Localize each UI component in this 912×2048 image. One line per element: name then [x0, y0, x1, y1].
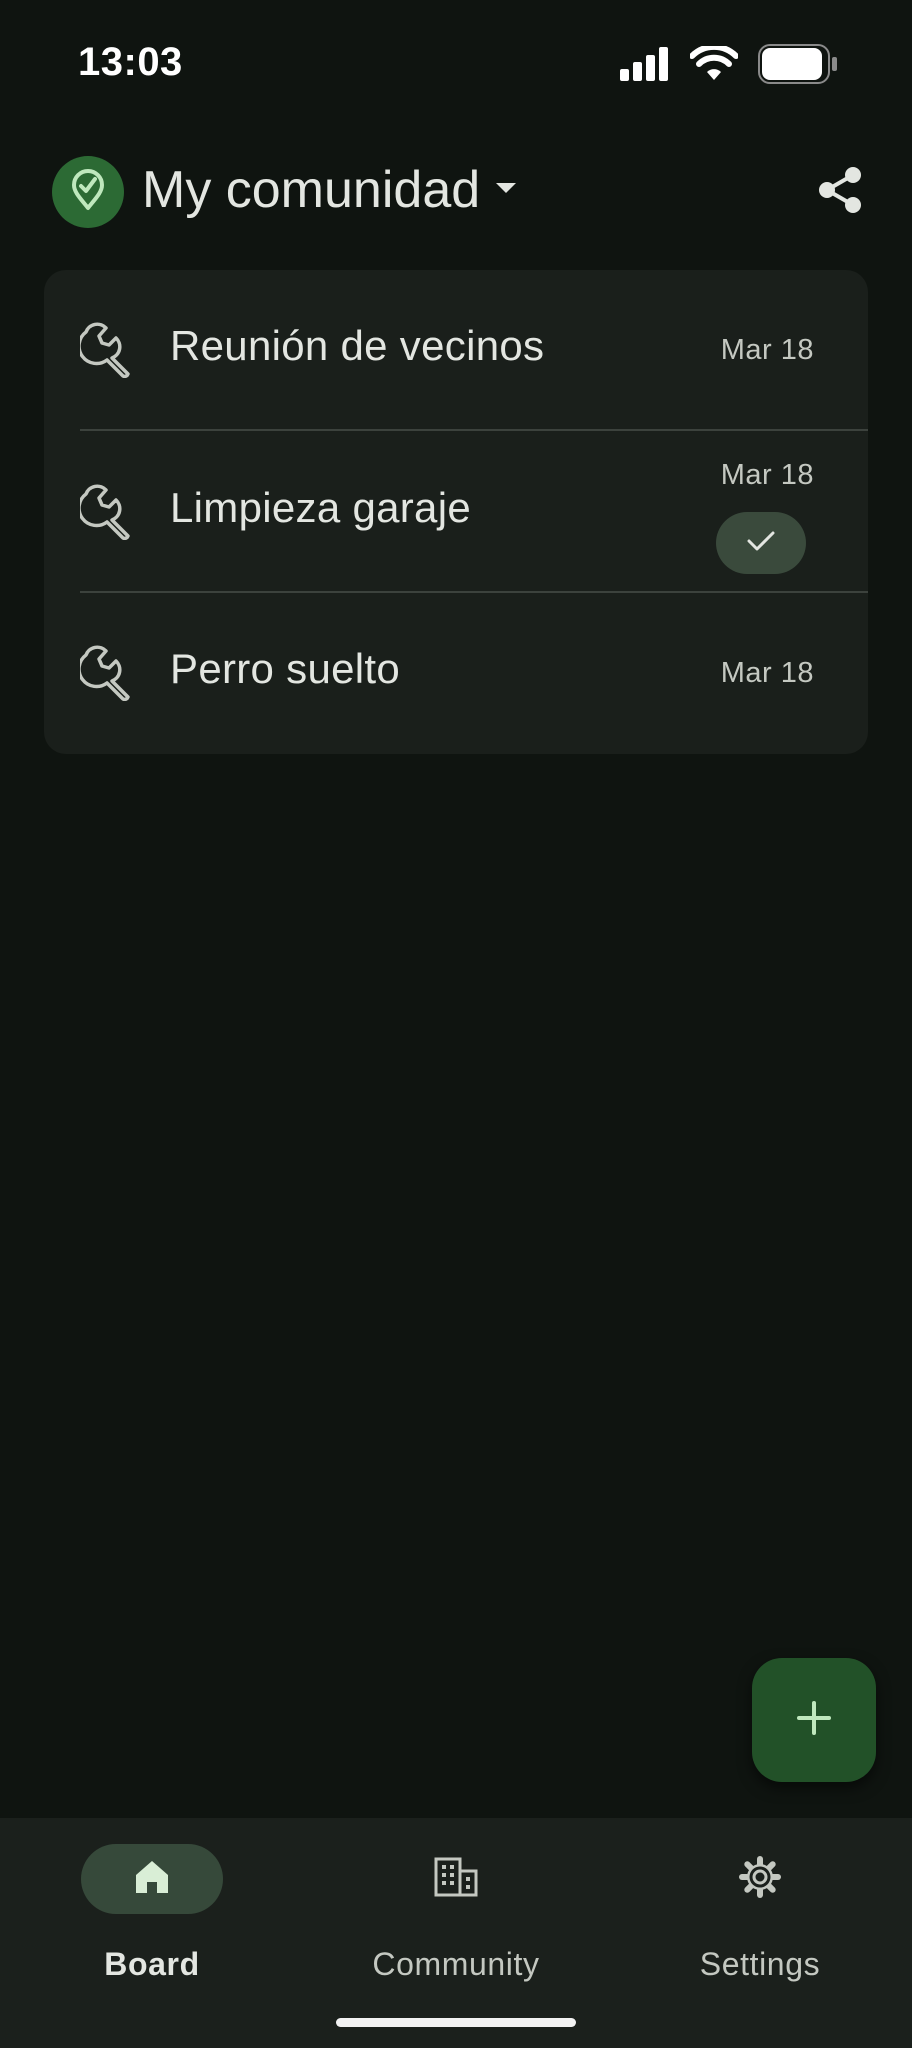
- issues-list: Reunión de vecinos Mar 18 Limpieza garaj…: [44, 270, 868, 754]
- nav-item-community[interactable]: Community: [304, 1842, 608, 1992]
- map-pin-check-icon: [66, 168, 110, 217]
- item-date: Mar 18: [720, 334, 814, 366]
- add-issue-button[interactable]: [752, 1658, 876, 1782]
- item-title: Perro suelto: [170, 645, 401, 692]
- bottom-navigation: Board Community Settings: [0, 1818, 912, 2048]
- wrench-icon: [77, 322, 136, 379]
- done-chip[interactable]: [716, 512, 806, 574]
- battery-icon: [758, 44, 838, 89]
- caret-down-icon: [494, 181, 518, 200]
- item-date: Mar 18: [720, 657, 814, 689]
- home-icon: [132, 1857, 172, 1902]
- wrench-icon: [77, 484, 136, 541]
- cellular-signal-icon: [620, 47, 670, 86]
- status-icons: [620, 43, 838, 89]
- community-name: My comunidad: [142, 161, 481, 219]
- item-date: Mar 18: [720, 459, 814, 491]
- share-icon: [817, 166, 863, 219]
- home-indicator[interactable]: [336, 2018, 576, 2027]
- nav-label: Board: [104, 1946, 200, 1982]
- app-logo: [52, 156, 124, 228]
- nav-label: Settings: [699, 1946, 821, 1982]
- nav-label: Community: [372, 1946, 540, 1982]
- nav-item-board[interactable]: Board: [0, 1842, 304, 1992]
- community-selector[interactable]: My comunidad: [142, 160, 518, 220]
- item-title: Limpieza garaje: [170, 484, 472, 531]
- top-app-bar: My comunidad: [0, 150, 912, 230]
- plus-icon: [796, 1700, 832, 1741]
- gear-icon: [738, 1855, 782, 1904]
- item-title: Reunión de vecinos: [170, 322, 545, 369]
- check-icon: [746, 529, 776, 558]
- wrench-icon: [77, 645, 136, 702]
- share-button[interactable]: [808, 160, 872, 224]
- list-item[interactable]: Perro suelto Mar 18: [44, 593, 868, 754]
- status-bar: 13:03: [0, 0, 912, 120]
- nav-item-settings[interactable]: Settings: [608, 1842, 912, 1992]
- wifi-icon: [689, 43, 739, 87]
- building-icon: [433, 1856, 479, 1903]
- nav-active-indicator: [81, 1844, 223, 1914]
- list-item[interactable]: Reunión de vecinos Mar 18: [44, 270, 868, 432]
- status-time: 13:03: [78, 40, 183, 84]
